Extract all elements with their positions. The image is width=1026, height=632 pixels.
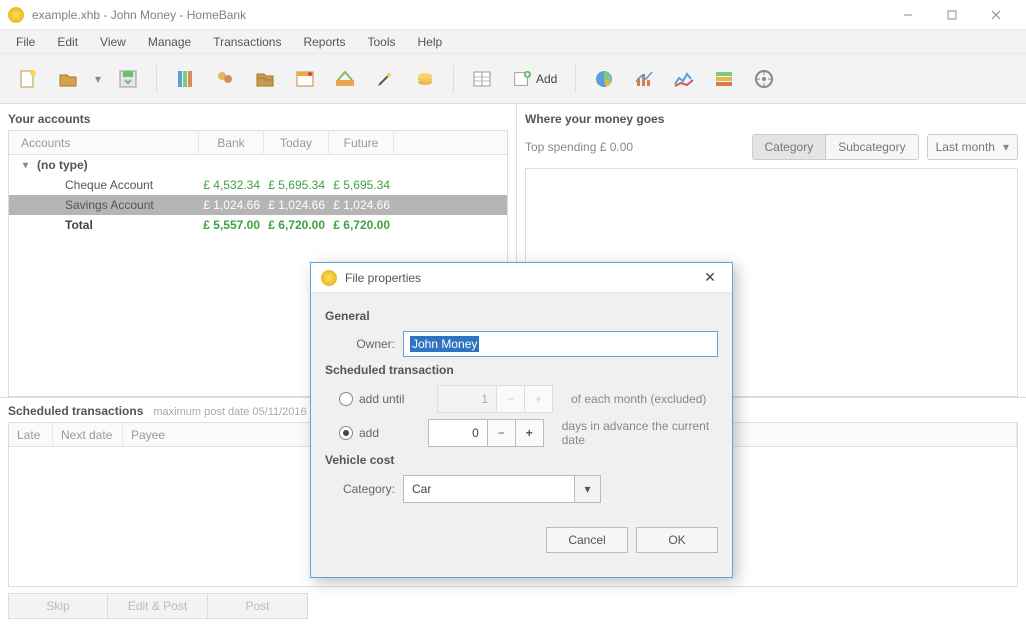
owner-input[interactable]: John Money bbox=[403, 331, 718, 357]
col-header-today[interactable]: Today bbox=[264, 131, 329, 154]
radio-add[interactable] bbox=[339, 426, 353, 440]
show-transactions-icon[interactable] bbox=[464, 61, 500, 97]
spending-segment: Category Subcategory bbox=[752, 134, 919, 160]
spending-panel-title: Where your money goes bbox=[525, 108, 1018, 130]
top-spending-summary: Top spending £ 0.00 bbox=[525, 140, 633, 154]
maximize-button[interactable] bbox=[930, 1, 974, 29]
range-value: Last month bbox=[936, 140, 995, 154]
category-combo[interactable]: Car ▾ bbox=[403, 475, 601, 503]
dialog-title: File properties bbox=[345, 271, 698, 285]
segment-subcategory-button[interactable]: Subcategory bbox=[825, 134, 918, 160]
ok-button[interactable]: OK bbox=[636, 527, 718, 553]
add-trail: days in advance the current date bbox=[562, 419, 718, 447]
chevron-down-icon: ▾ bbox=[1003, 140, 1009, 154]
currencies-icon[interactable] bbox=[407, 61, 443, 97]
window-title: example.xhb - John Money - HomeBank bbox=[32, 8, 886, 22]
trend-icon[interactable] bbox=[626, 61, 662, 97]
owner-label: Owner: bbox=[339, 337, 395, 351]
archive-icon[interactable] bbox=[287, 61, 323, 97]
account-group-row[interactable]: ▾(no type) bbox=[9, 155, 507, 175]
accounts-icon[interactable] bbox=[167, 61, 203, 97]
menubar: File Edit View Manage Transactions Repor… bbox=[0, 30, 1026, 54]
statistics-icon[interactable] bbox=[586, 61, 622, 97]
new-file-icon[interactable] bbox=[10, 61, 46, 97]
open-dropdown-icon[interactable]: ▾ bbox=[90, 72, 106, 86]
skip-button[interactable]: Skip bbox=[8, 593, 108, 619]
open-file-icon[interactable] bbox=[50, 61, 86, 97]
payees-icon[interactable] bbox=[207, 61, 243, 97]
menu-help[interactable]: Help bbox=[408, 32, 453, 52]
category-value: Car bbox=[404, 482, 574, 496]
chevron-down-icon[interactable]: ▾ bbox=[574, 476, 600, 502]
menu-reports[interactable]: Reports bbox=[293, 32, 355, 52]
budget-icon[interactable] bbox=[327, 61, 363, 97]
account-row[interactable]: Cheque Account £ 4,532.34 £ 5,695.34 £ 5… bbox=[9, 175, 507, 195]
menu-edit[interactable]: Edit bbox=[47, 32, 88, 52]
until-value: 1 bbox=[437, 385, 497, 413]
section-vehicle: Vehicle cost bbox=[325, 453, 718, 467]
account-total-row: Total £ 5,557.00 £ 6,720.00 £ 6,720.00 bbox=[9, 215, 507, 235]
dialog-app-icon bbox=[321, 270, 337, 286]
balance-icon[interactable] bbox=[666, 61, 702, 97]
menu-manage[interactable]: Manage bbox=[138, 32, 201, 52]
owner-value: John Money bbox=[410, 336, 479, 352]
menu-file[interactable]: File bbox=[6, 32, 45, 52]
add-label: Add bbox=[536, 72, 557, 86]
section-scheduled: Scheduled transaction bbox=[325, 363, 718, 377]
budget-report-icon[interactable] bbox=[706, 61, 742, 97]
assign-icon[interactable] bbox=[367, 61, 403, 97]
close-window-button[interactable] bbox=[974, 1, 1018, 29]
file-properties-dialog: File properties ✕ General Owner: John Mo… bbox=[310, 262, 733, 578]
col-header-future[interactable]: Future bbox=[329, 131, 394, 154]
save-file-icon[interactable] bbox=[110, 61, 146, 97]
add-plus-icon[interactable]: + bbox=[516, 419, 544, 447]
add-value[interactable]: 0 bbox=[428, 419, 488, 447]
menu-tools[interactable]: Tools bbox=[357, 32, 405, 52]
menu-view[interactable]: View bbox=[90, 32, 136, 52]
vehicle-icon[interactable] bbox=[746, 61, 782, 97]
segment-category-button[interactable]: Category bbox=[752, 134, 826, 160]
accounts-panel-title: Your accounts bbox=[8, 108, 508, 130]
collapse-icon[interactable]: ▾ bbox=[23, 160, 28, 171]
until-spinner: 1 − + bbox=[437, 385, 553, 413]
scheduled-title: Scheduled transactions bbox=[8, 404, 143, 418]
col-header-late[interactable]: Late bbox=[9, 423, 53, 446]
range-combo[interactable]: Last month ▾ bbox=[927, 134, 1018, 160]
app-icon bbox=[8, 7, 24, 23]
minimize-button[interactable] bbox=[886, 1, 930, 29]
until-plus-icon: + bbox=[525, 385, 553, 413]
add-spinner[interactable]: 0 − + bbox=[428, 419, 544, 447]
radio-add-until[interactable] bbox=[339, 392, 353, 406]
post-button[interactable]: Post bbox=[208, 593, 308, 619]
add-minus-icon[interactable]: − bbox=[488, 419, 516, 447]
toolbar: ▾ Add bbox=[0, 54, 1026, 104]
categories-icon[interactable] bbox=[247, 61, 283, 97]
dialog-close-icon[interactable]: ✕ bbox=[698, 269, 722, 286]
col-header-next[interactable]: Next date bbox=[53, 423, 123, 446]
col-header-bank[interactable]: Bank bbox=[199, 131, 264, 154]
section-general: General bbox=[325, 309, 718, 323]
until-minus-icon: − bbox=[497, 385, 525, 413]
add-transaction-button[interactable]: Add bbox=[504, 61, 565, 97]
window-titlebar: example.xhb - John Money - HomeBank bbox=[0, 0, 1026, 30]
category-label: Category: bbox=[339, 482, 395, 496]
menu-transactions[interactable]: Transactions bbox=[203, 32, 291, 52]
cancel-button[interactable]: Cancel bbox=[546, 527, 628, 553]
col-header-accounts[interactable]: Accounts bbox=[9, 131, 199, 154]
account-row[interactable]: Savings Account £ 1,024.66 £ 1,024.66 £ … bbox=[9, 195, 507, 215]
scheduled-subtitle: maximum post date 05/11/2016 bbox=[153, 406, 306, 418]
edit-post-button[interactable]: Edit & Post bbox=[108, 593, 208, 619]
until-trail: of each month (excluded) bbox=[571, 392, 706, 406]
